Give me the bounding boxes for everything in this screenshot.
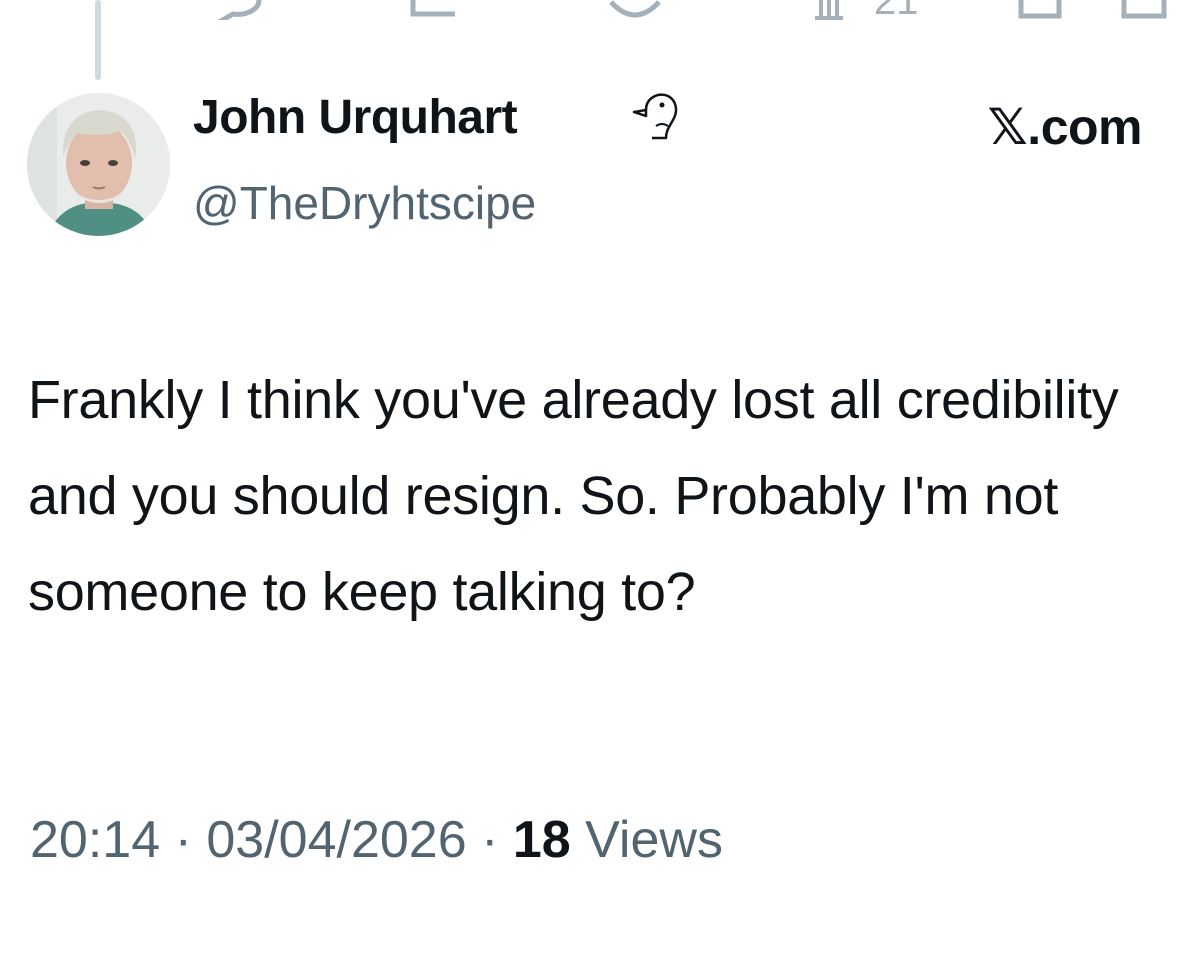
meta-separator: · [174, 811, 192, 869]
user-avatar-photo [27, 93, 170, 236]
avatar[interactable] [27, 93, 170, 236]
site-brand: 𝕏.com [987, 99, 1143, 155]
share-icon[interactable] [1120, 0, 1170, 20]
views-count-partial: 21 [874, 0, 919, 20]
tweet-date[interactable]: 03/04/2026 [206, 811, 466, 869]
like-icon[interactable] [605, 0, 665, 20]
views-label: Views [585, 811, 723, 869]
views-count: 18 [512, 811, 571, 869]
repost-icon[interactable] [405, 0, 465, 20]
author-handle[interactable]: @TheDryhtscipe [193, 176, 536, 230]
author-display-name[interactable]: John Urquhart [193, 90, 518, 145]
tweet-text: Frankly I think you've already lost all … [28, 370, 1119, 622]
bird-head-icon [632, 93, 678, 140]
svg-text:21: 21 [874, 0, 919, 20]
tweet-meta: 20:14 · 03/04/2026 · 18 Views [30, 810, 723, 870]
views-icon[interactable] [815, 0, 845, 20]
bookmark-icon[interactable] [1015, 0, 1065, 20]
reply-icon[interactable] [205, 0, 265, 20]
tweet-time[interactable]: 20:14 [30, 811, 160, 869]
previous-tweet-action-bar: 21 [0, 0, 1200, 20]
meta-separator: · [481, 811, 499, 869]
thread-connector-line [95, 0, 101, 80]
